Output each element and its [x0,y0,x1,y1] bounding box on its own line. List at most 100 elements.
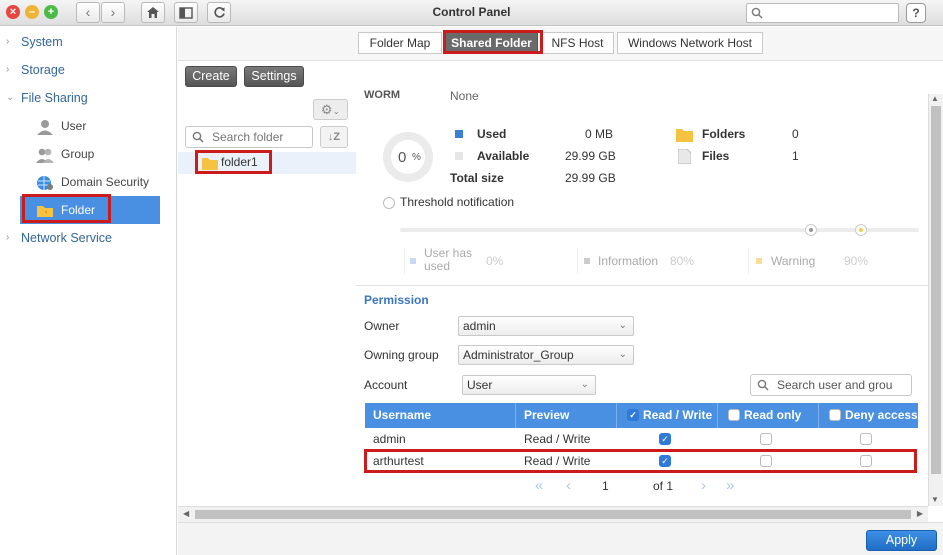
gear-menu-button[interactable]: ⚙⌄ [313,99,348,120]
scroll-right-icon[interactable]: ▶ [917,509,923,518]
column-preview[interactable]: Preview [516,403,617,428]
scroll-left-icon[interactable]: ◀ [183,509,189,518]
read-only-checkbox[interactable] [760,455,772,467]
vertical-scroll-thumb[interactable] [931,106,941,474]
owner-select[interactable]: admin ⌄ [458,316,634,336]
table-row[interactable]: arthurtest Read / Write ✓ [365,450,918,472]
first-page-button[interactable]: « [535,477,543,494]
chevron-down-icon: ⌄ [618,320,627,331]
legend-divider [748,248,749,274]
column-deny-access[interactable]: Deny access [819,403,918,428]
column-read-only[interactable]: Read only [718,403,819,428]
scroll-down-icon[interactable]: ▼ [931,495,939,504]
file-icon [678,149,691,164]
title-bar: × – + ‹ › Control Panel ? [0,0,943,26]
information-slider-handle[interactable] [805,224,817,236]
sidebar-category-system[interactable]: › System [0,28,177,56]
usage-donut [383,132,433,182]
folders-value: 0 [792,127,799,141]
folder-icon [37,206,53,217]
last-page-button[interactable]: » [726,477,734,494]
tab-shared-folder[interactable]: Shared Folder [445,32,538,54]
account-label: Account [364,378,408,392]
help-button[interactable]: ? [906,3,926,23]
read-write-checkbox[interactable]: ✓ [659,433,671,445]
threshold-notification-label: Threshold notification [400,195,515,209]
gear-icon: ⚙ [320,102,333,117]
search-icon [751,7,763,19]
table-row[interactable]: admin Read / Write ✓ [365,428,918,450]
used-label: Used [477,127,507,141]
sidebar-item-folder[interactable]: Folder [20,196,160,224]
user-icon [37,120,53,135]
information-label: Information [598,254,659,268]
sort-button[interactable]: ↓Z [320,126,348,148]
column-username[interactable]: Username [365,403,516,428]
files-value: 1 [792,149,799,163]
sidebar-item-domain-security[interactable]: Domain Security [20,168,160,196]
settings-button[interactable]: Settings [244,66,304,87]
sidebar-category-file-sharing[interactable]: ⌄ File Sharing [0,84,177,112]
horizontal-scroll-thumb[interactable] [195,510,911,519]
sidebar: › System › Storage ⌄ File Sharing User G… [0,27,177,555]
account-select[interactable]: User ⌄ [462,375,596,395]
owning-group-select[interactable]: Administrator_Group ⌄ [458,345,634,365]
warning-value: 90% [844,254,869,268]
global-search-input[interactable] [746,3,899,23]
folder-list-item[interactable]: folder1 [178,152,356,174]
threshold-slider-track[interactable] [400,228,919,232]
row-username: arthurtest [373,454,424,468]
sidebar-category-storage[interactable]: › Storage [0,56,177,84]
owner-label: Owner [364,319,400,333]
sidebar-item-user[interactable]: User [20,112,160,140]
chevron-right-icon: › [6,36,10,47]
row-username: admin [373,432,406,446]
chevron-down-icon: ⌄ [6,92,15,103]
total-size-label: Total size [450,171,504,185]
read-write-all-checkbox[interactable]: ✓ [627,409,639,421]
sidebar-category-network-service[interactable]: › Network Service [0,224,177,252]
scroll-up-icon[interactable]: ▲ [931,94,939,103]
sort-az-icon: ↓Z [327,131,341,143]
folder-icon [676,129,693,142]
user-search-input[interactable]: Search user and grou [750,374,912,396]
column-read-write[interactable]: ✓ Read / Write [617,403,718,428]
permission-title: Permission [364,293,429,307]
tab-bar: Folder Map Shared Folder NFS Host Window… [178,27,943,61]
folder-search-placeholder: Search folder [212,130,284,144]
previous-page-button[interactable]: ‹ [566,477,571,494]
deny-access-checkbox[interactable] [860,433,872,445]
chevron-down-icon: ⌄ [332,106,341,116]
tab-folder-map[interactable]: Folder Map [358,32,442,54]
create-button[interactable]: Create [185,66,237,87]
chevron-right-icon: › [6,232,10,243]
read-only-checkbox[interactable] [760,433,772,445]
deny-access-all-checkbox[interactable] [829,409,841,421]
row-preview: Read / Write [524,432,591,446]
next-page-button[interactable]: › [701,477,706,494]
deny-access-checkbox[interactable] [860,455,872,467]
globe-icon [37,176,53,190]
vertical-scrollbar[interactable]: ▲ ▼ [928,94,943,506]
horizontal-scrollbar[interactable]: ◀ ▶ [178,506,928,522]
worm-value: None [450,89,479,103]
tab-nfs-host[interactable]: NFS Host [541,32,614,54]
read-write-checkbox[interactable]: ✓ [659,455,671,467]
chevron-down-icon: ⌄ [618,349,627,360]
used-value: 0 MB [585,127,614,141]
folder-search-input[interactable]: Search folder [185,126,313,148]
warning-swatch [756,258,762,264]
search-icon [757,379,769,391]
warning-slider-handle[interactable] [855,224,867,236]
information-value: 80% [670,254,695,268]
group-icon [36,148,54,163]
apply-button[interactable]: Apply [866,530,937,551]
tab-windows-network-host[interactable]: Windows Network Host [617,32,763,54]
folders-label: Folders [702,127,746,141]
page-number[interactable]: 1 [602,479,609,493]
total-size-value: 29.99 GB [565,171,616,185]
sidebar-item-group[interactable]: Group [20,140,160,168]
read-only-all-checkbox[interactable] [728,409,740,421]
threshold-notification-checkbox[interactable] [383,197,395,209]
user-has-used-label: User has used [424,246,473,273]
